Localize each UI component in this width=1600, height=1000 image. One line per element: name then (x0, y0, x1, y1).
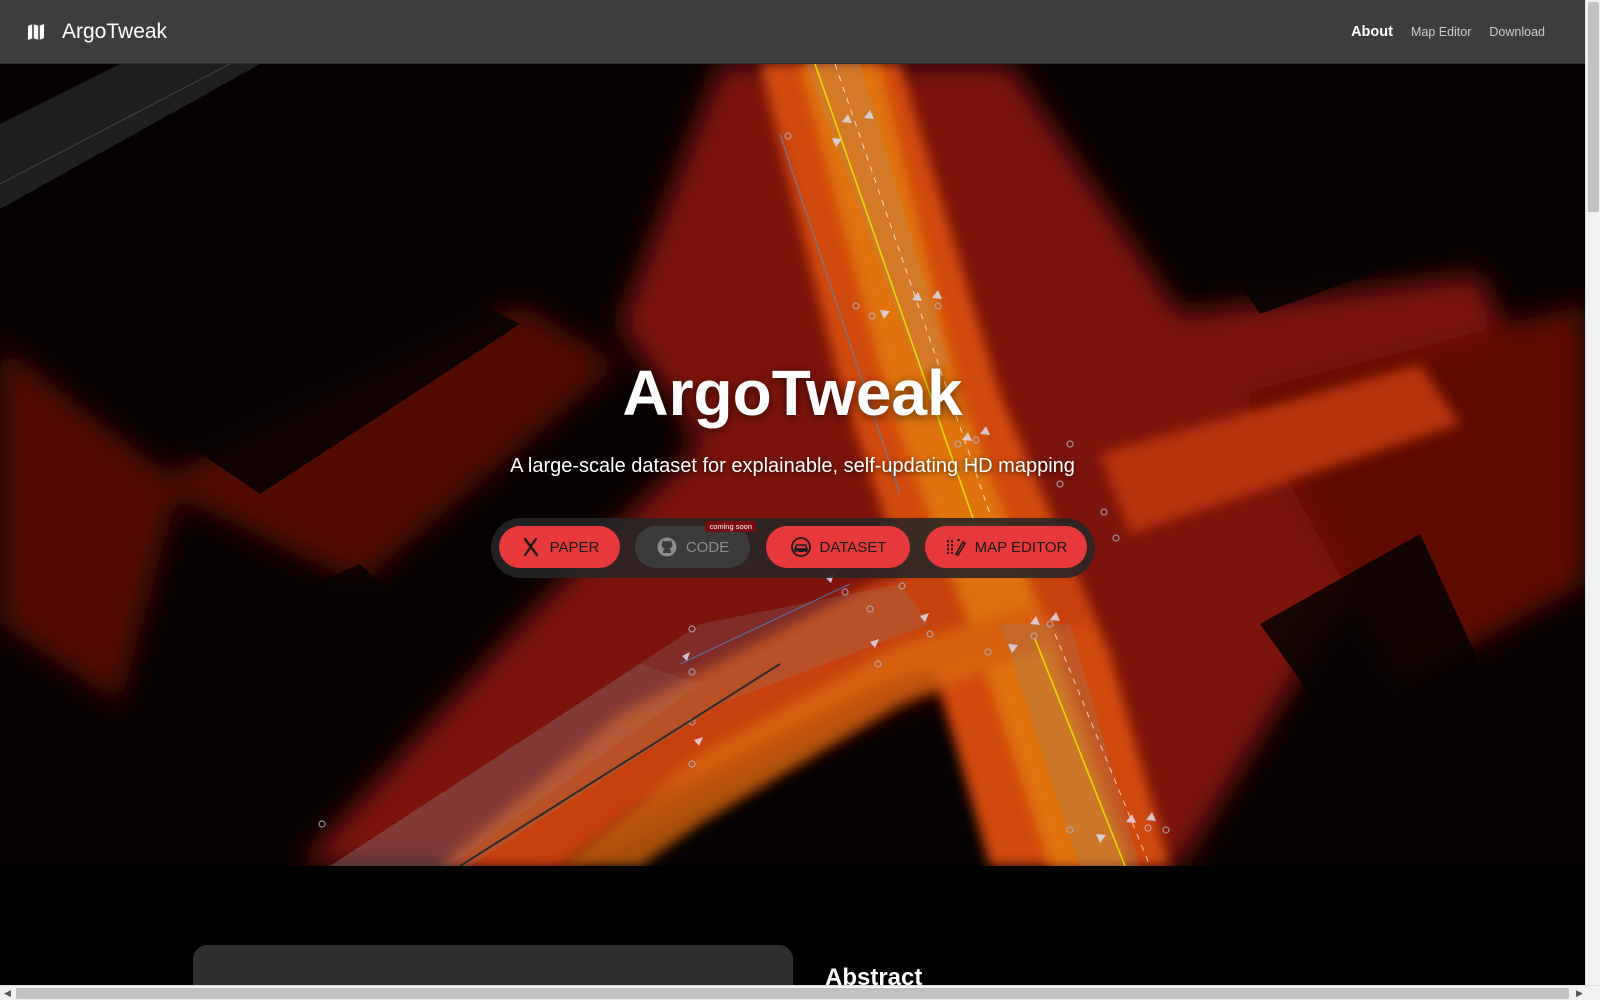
dataset-button[interactable]: DATASET (766, 526, 910, 568)
coming-soon-badge: coming soon (705, 521, 756, 532)
scroll-right-arrow-icon[interactable]: ▶ (1572, 986, 1587, 1000)
paper-button[interactable]: PAPER (499, 526, 620, 568)
hero-subtitle: A large-scale dataset for explainable, s… (510, 455, 1075, 477)
paper-button-label: PAPER (549, 538, 600, 556)
hero-button-bar: PAPER CODE coming soon DATASET MAP EDITO… (491, 518, 1095, 578)
dataset-button-label: DATASET (819, 538, 887, 556)
hero-section: ArgoTweak A large-scale dataset for expl… (0, 64, 1585, 866)
page: ArgoTweak About Map Editor Download Argo… (0, 0, 1600, 1000)
nav-link-about[interactable]: About (1351, 24, 1393, 40)
brand-link[interactable]: ArgoTweak (26, 20, 167, 44)
pen-tool-icon (946, 539, 966, 557)
vertical-scrollbar-thumb[interactable] (1588, 2, 1599, 212)
nav-link-download[interactable]: Download (1489, 25, 1545, 39)
arxiv-icon (523, 537, 538, 557)
vertical-scrollbar[interactable] (1585, 0, 1600, 985)
code-button: CODE coming soon (635, 521, 756, 568)
github-icon (657, 537, 677, 557)
top-navbar: ArgoTweak About Map Editor Download (0, 0, 1585, 64)
map-editor-button[interactable]: MAP EDITOR (925, 526, 1087, 568)
map-editor-button-label: MAP EDITOR (974, 538, 1068, 556)
scroll-left-arrow-icon[interactable]: ◀ (0, 986, 15, 1000)
horizontal-scrollbar-thumb[interactable] (16, 988, 1569, 999)
nav-links: About Map Editor Download (1351, 24, 1545, 40)
code-button-label: CODE (685, 538, 730, 556)
brand-name: ArgoTweak (62, 19, 168, 43)
horizontal-scrollbar[interactable]: ◀ ▶ (0, 985, 1600, 1000)
car-icon (790, 537, 811, 557)
map-icon (26, 22, 46, 42)
nav-link-map-editor[interactable]: Map Editor (1411, 25, 1471, 39)
hero-title: ArgoTweak (622, 357, 963, 429)
